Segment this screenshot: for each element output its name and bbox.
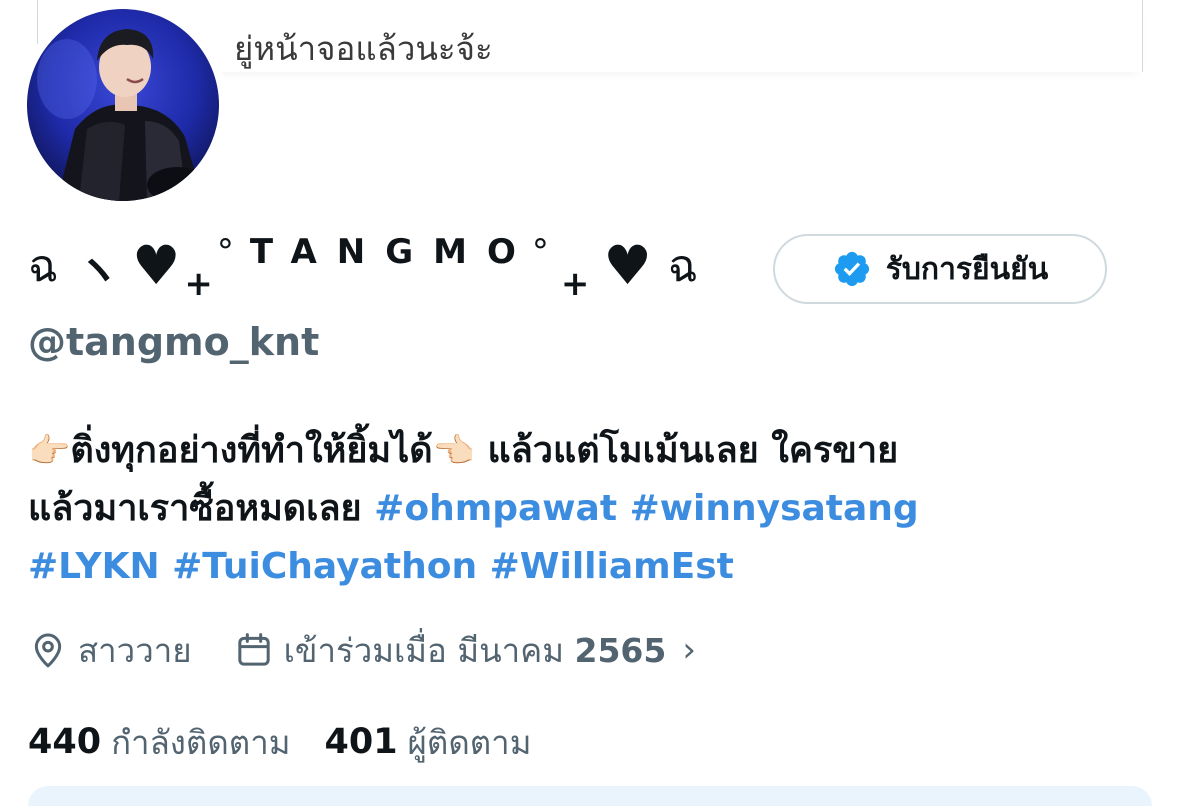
bio-text: ติ่งทุกอย่างที่ทำให้ยิ้มได้ (70, 430, 433, 471)
heart-icon: ♥ (131, 234, 181, 297)
joined-item[interactable]: เข้าร่วมเมื่อ มีนาคม 2565 › (234, 624, 696, 677)
hashtag-link[interactable]: #TuiChayathon (172, 546, 477, 587)
get-verified-label: รับการยืนยัน (885, 251, 1049, 287)
joined-text: เข้าร่วมเมื่อ มีนาคม (283, 630, 564, 670)
hashtag-link[interactable]: #LYKN (28, 546, 160, 587)
bio-text-2: แล้วแต่โมเม้นเลย ใครขาย (474, 430, 899, 471)
name-slash: ヽ (75, 245, 120, 296)
followers-label[interactable]: ผู้ติดตาม (408, 716, 532, 769)
location-text: สาววาย (78, 630, 192, 670)
profile-bio: 👉🏻ติ่งทุกอย่างที่ทำให้ยิ้มได้👈🏻 แล้วแต่โ… (28, 422, 1148, 596)
ring-glyph-2: ° (531, 232, 549, 272)
heart-icon-2: ♥ (603, 234, 652, 297)
follow-stats: 440 กำลังติดตาม 401 ผู้ติดตาม (28, 714, 565, 770)
bio-text-3: แล้วมาเราซื้อหมดเลย (28, 488, 375, 529)
following-count[interactable]: 440 (28, 722, 101, 762)
avatar[interactable] (18, 0, 228, 210)
avatar-photo (27, 9, 219, 201)
profile-meta: สาววาย เข้าร่วมเมื่อ มีนาคม 2565 › (28, 622, 696, 678)
following-label[interactable]: กำลังติดตาม (111, 716, 290, 769)
get-verified-button[interactable]: รับการยืนยัน (773, 234, 1107, 304)
name-glyph-left: ฉ (28, 241, 58, 292)
hashtag-link[interactable]: #WilliamEst (490, 546, 734, 587)
ring-glyph: ° (216, 232, 234, 272)
location-item: สาววาย (28, 624, 192, 677)
bio-line-3: #LYKN #TuiChayathon #WilliamEst (28, 538, 1148, 596)
location-pin-icon (34, 633, 62, 668)
username-handle: @tangmo_knt (28, 320, 320, 364)
hashtag-link[interactable]: #ohmpawat (374, 488, 617, 529)
joined-year: 2565 (574, 630, 667, 670)
bio-line-1: 👉🏻ติ่งทุกอย่างที่ทำให้ยิ้มได้👈🏻 แล้วแต่โ… (28, 422, 1148, 480)
plus-glyph: + (184, 264, 213, 304)
name-text: TANGMO (249, 232, 536, 272)
name-glyph-right: ฉ (667, 241, 698, 292)
calendar-icon (237, 633, 270, 666)
chevron-right-icon: › (682, 630, 696, 670)
banner-text: ยู่หน้าจอแล้วนะจ้ะ (234, 29, 493, 68)
followers-count[interactable]: 401 (324, 722, 397, 762)
bio-line-2: แล้วมาเราซื้อหมดเลย #ohmpawat #winnysata… (28, 480, 1148, 538)
plus-glyph-2: + (560, 264, 590, 304)
display-name: ฉ ヽ ♥ + ° TANGMO ° + ♥ ฉ (28, 230, 716, 304)
pointing-right-icon: 👉🏻 (28, 431, 71, 471)
verified-badge-icon (834, 251, 869, 287)
pointing-left-icon: 👈🏻 (432, 431, 475, 471)
hashtag-link[interactable]: #winnysatang (630, 488, 919, 529)
bottom-card (28, 786, 1152, 806)
